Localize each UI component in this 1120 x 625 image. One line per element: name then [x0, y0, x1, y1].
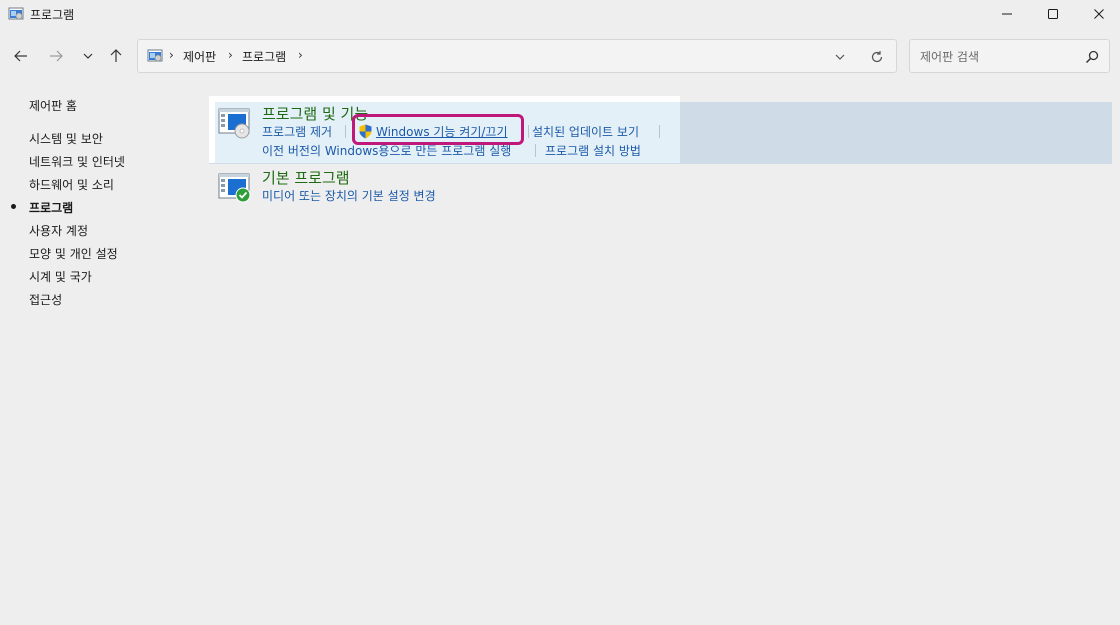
refresh-icon [871, 51, 883, 63]
arrow-right-icon [50, 50, 63, 62]
how-to-install-program-link[interactable]: 프로그램 설치 방법 [545, 142, 641, 159]
sidebar-item-programs[interactable]: 프로그램 [29, 199, 73, 216]
view-installed-updates-link[interactable]: 설치된 업데이트 보기 [532, 123, 639, 140]
control-panel-icon [147, 49, 163, 62]
link-separator [345, 125, 346, 138]
search-placeholder: 제어판 검색 [920, 50, 980, 64]
breadcrumb-separator[interactable]: › [298, 48, 303, 62]
sidebar-item-accessibility[interactable]: 접근성 [29, 291, 62, 308]
sidebar-item-user-accounts[interactable]: 사용자 계정 [29, 222, 88, 239]
control-panel-icon [8, 7, 24, 20]
close-button[interactable] [1076, 0, 1120, 28]
close-icon [1094, 9, 1104, 19]
sidebar-control-panel-home[interactable]: 제어판 홈 [29, 97, 77, 114]
search-input[interactable]: 제어판 검색 [909, 39, 1110, 73]
link-separator [535, 144, 536, 157]
maximize-button[interactable] [1030, 0, 1076, 28]
refresh-button[interactable] [868, 48, 886, 66]
search-icon[interactable] [1084, 49, 1100, 65]
sidebar-item-system-security[interactable]: 시스템 및 보안 [29, 130, 103, 147]
chevron-down-icon [835, 54, 845, 60]
back-button[interactable] [9, 44, 33, 68]
address-dropdown-button[interactable] [832, 49, 848, 65]
change-media-defaults-link[interactable]: 미디어 또는 장치의 기본 설정 변경 [262, 187, 436, 204]
recent-locations-button[interactable] [76, 44, 100, 68]
uninstall-program-link[interactable]: 프로그램 제거 [262, 123, 332, 140]
programs-and-features-icon[interactable] [218, 106, 252, 140]
breadcrumb-programs[interactable]: 프로그램 [242, 48, 286, 65]
arrow-up-icon [110, 49, 122, 62]
sidebar-item-network-internet[interactable]: 네트워크 및 인터넷 [29, 153, 125, 170]
highlight-annotation [352, 114, 524, 145]
breadcrumb-separator[interactable]: › [228, 48, 233, 62]
minimize-icon [1002, 13, 1012, 15]
address-bar[interactable]: › 제어판 › 프로그램 › [137, 39, 897, 73]
sidebar-item-appearance[interactable]: 모양 및 개인 설정 [29, 245, 118, 262]
chevron-down-icon [83, 53, 93, 59]
sidebar-item-hardware-sound[interactable]: 하드웨어 및 소리 [29, 176, 114, 193]
minimize-button[interactable] [984, 0, 1030, 28]
up-button[interactable] [104, 44, 128, 68]
link-separator [659, 125, 660, 138]
window-title: 프로그램 [30, 8, 75, 22]
run-older-programs-link[interactable]: 이전 버전의 Windows용으로 만든 프로그램 실행 [262, 142, 511, 159]
forward-button[interactable] [44, 44, 68, 68]
sidebar-item-clock-region[interactable]: 시계 및 국가 [29, 268, 92, 285]
title-bar: 프로그램 [0, 0, 1120, 28]
breadcrumb-separator[interactable]: › [169, 48, 174, 62]
maximize-icon [1048, 9, 1058, 19]
link-separator [528, 125, 529, 138]
breadcrumb-control-panel[interactable]: 제어판 [183, 48, 216, 65]
arrow-left-icon [14, 50, 27, 62]
category-title-default-programs[interactable]: 기본 프로그램 [262, 167, 350, 188]
default-programs-icon[interactable] [218, 171, 252, 205]
selected-bullet-icon [11, 204, 16, 209]
